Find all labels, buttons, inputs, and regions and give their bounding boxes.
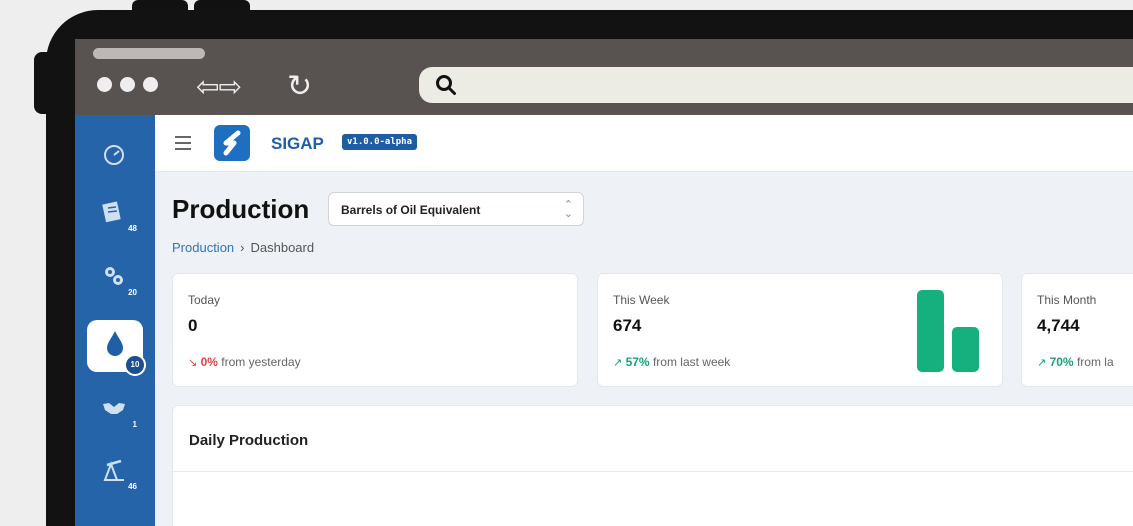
sidebar-item-wells[interactable]: 46 (75, 445, 155, 503)
unit-select-value: Barrels of Oil Equivalent (341, 203, 481, 217)
daily-production-panel: Daily Production (172, 405, 1133, 526)
sidebar-count: 48 (128, 224, 137, 233)
stat-trend: ↗ 70% from la (1037, 355, 1114, 369)
panel-header: Daily Production (173, 406, 1133, 472)
page-title: Production (172, 194, 310, 224)
sidebar-item-processes[interactable]: 20 (75, 251, 155, 309)
search-icon (436, 75, 456, 95)
breadcrumb-current: Dashboard (250, 240, 315, 255)
breadcrumb-separator: › (240, 240, 245, 255)
stat-card-this-week: This Week 674 ↗ 57% from last week (597, 273, 1003, 387)
sidebar-count: 46 (128, 482, 137, 491)
window-dot[interactable] (97, 77, 112, 92)
menu-icon[interactable] (175, 136, 191, 154)
dashboard-gauge-icon (104, 145, 124, 165)
sidebar: 48 20 10 1 46 (75, 115, 155, 526)
brand-name[interactable]: SIGAP (271, 134, 324, 154)
app-topbar: SIGAP v1.0.0-alpha (155, 115, 1133, 172)
window-controls (97, 77, 158, 92)
trend-up-icon: ↗ (1037, 356, 1047, 369)
stat-label: Today (188, 293, 221, 307)
sidebar-item-production-active[interactable]: 10 (87, 320, 146, 376)
stat-label: This Month (1037, 293, 1097, 307)
breadcrumb-link-production[interactable]: Production (172, 240, 234, 255)
window-dot[interactable] (120, 77, 135, 92)
mini-bar (917, 290, 944, 372)
breadcrumb: Production › Dashboard (172, 240, 314, 255)
main-content: Production Barrels of Oil Equivalent ⌃ ⌄ … (155, 172, 1133, 526)
trend-down-icon: ↘ (188, 356, 198, 369)
stat-card-today: Today 0 ↘ 0% from yesterday (172, 273, 578, 387)
trend-percent: 0% (200, 355, 218, 369)
stat-label: This Week (613, 293, 670, 307)
select-chevron-icon: ⌃ ⌄ (563, 198, 573, 220)
sigap-logo (214, 125, 250, 161)
gears-icon (105, 267, 123, 285)
browser-chrome: ⇦⇨ ↻ (75, 39, 1133, 115)
reload-icon[interactable]: ↻ (287, 69, 312, 105)
panel-title: Daily Production (189, 432, 309, 449)
mini-bar-chart (917, 290, 979, 372)
window-dot[interactable] (143, 77, 158, 92)
handshake-icon (103, 403, 125, 414)
sidebar-count: 20 (128, 288, 137, 297)
sidebar-count: 1 (132, 420, 137, 429)
stat-value: 4,744 (1037, 316, 1080, 335)
unit-select[interactable]: Barrels of Oil Equivalent ⌃ ⌄ (328, 192, 584, 226)
back-forward-arrows-icon[interactable]: ⇦⇨ (196, 69, 242, 105)
sidebar-count-badge: 10 (124, 354, 146, 376)
sidebar-item-documents[interactable]: 48 (75, 187, 155, 245)
trend-suffix: from yesterday (221, 355, 301, 369)
mini-bar (952, 327, 979, 372)
stat-trend: ↗ 57% from last week (613, 355, 730, 369)
sidebar-item-partners[interactable]: 1 (75, 383, 155, 441)
browser-tab[interactable] (93, 48, 205, 59)
trend-suffix: from la (1076, 355, 1114, 369)
stat-card-this-month: This Month 4,744 ↗ 70% from la (1021, 273, 1133, 387)
trend-suffix: from last week (652, 355, 731, 369)
oil-pump-icon (103, 459, 124, 481)
oil-drop-icon (107, 331, 123, 356)
sidebar-item-dashboard[interactable] (75, 129, 155, 187)
stat-trend: ↘ 0% from yesterday (188, 355, 301, 369)
stat-value: 0 (188, 316, 198, 335)
url-bar[interactable] (419, 67, 1133, 103)
documents-icon (102, 201, 121, 223)
version-badge: v1.0.0-alpha (342, 134, 418, 150)
trend-up-icon: ↗ (613, 356, 623, 369)
trend-percent: 70% (1049, 355, 1074, 369)
stat-value: 674 (613, 316, 642, 335)
screenshot-stage: ⇦⇨ ↻ 48 20 10 1 46 SIGAP v1.0.0-alpha Pr… (0, 0, 1133, 526)
trend-percent: 57% (625, 355, 650, 369)
